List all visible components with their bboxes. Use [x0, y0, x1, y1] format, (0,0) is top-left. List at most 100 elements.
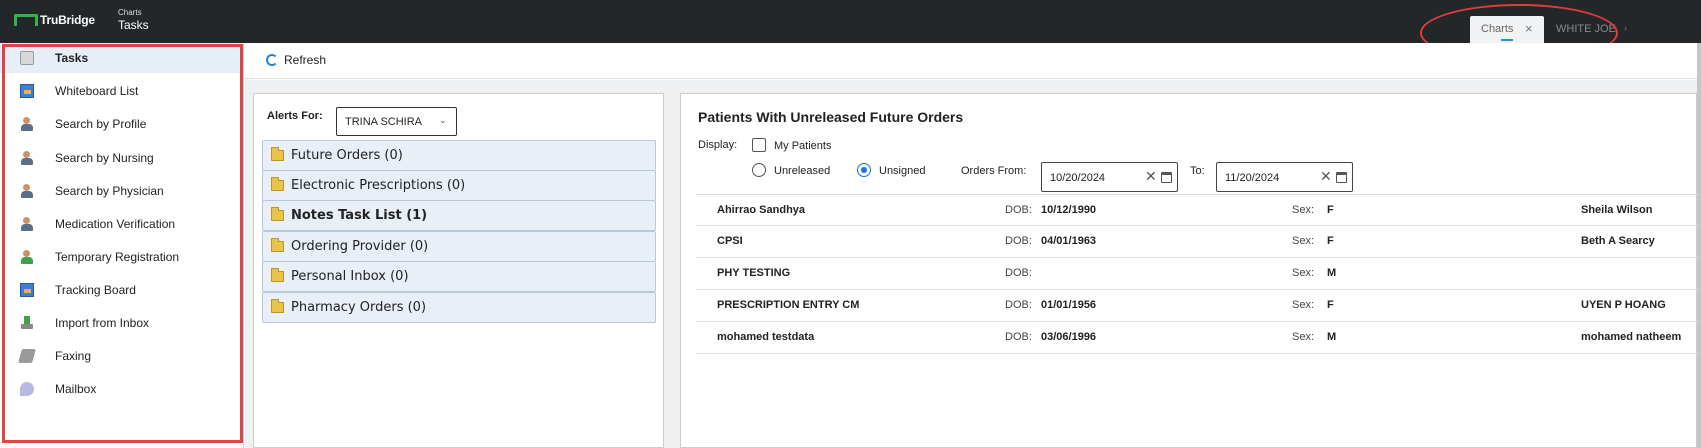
orders-from-value: 10/20/2024 — [1050, 172, 1106, 184]
unsigned-label: Unsigned — [879, 165, 926, 177]
my-patients-checkbox[interactable] — [752, 138, 766, 152]
alert-label: Electronic Prescriptions (0) — [291, 178, 466, 193]
alerts-user-select[interactable]: TRINA SCHIRA ⌄ — [336, 107, 457, 136]
sidebar-item-label: Tracking Board — [55, 283, 136, 297]
whiteboard-icon — [20, 84, 34, 98]
top-bar: TruBridge Charts Tasks Charts × WHITE JO… — [0, 0, 1701, 43]
physician-icon — [20, 184, 34, 198]
sidebar-item-label: Tasks — [55, 51, 89, 65]
sidebar-item-search-by-profile[interactable]: Search by Profile — [0, 109, 240, 139]
table-row[interactable]: mohamed testdata DOB: 03/06/1996 Sex: M … — [696, 322, 1698, 354]
dob-label: DOB: — [1005, 204, 1032, 216]
sidebar-item-temporary-registration[interactable]: Temporary Registration — [0, 242, 240, 272]
sex-label: Sex: — [1292, 235, 1315, 247]
folder-icon — [271, 238, 284, 252]
sidebar-item-faxing[interactable]: Faxing — [0, 341, 240, 371]
alert-future-orders[interactable]: Future Orders (0) — [262, 140, 656, 171]
sidebar-item-import-from-inbox[interactable]: Import from Inbox — [0, 308, 240, 338]
breadcrumb-module: Charts — [118, 8, 142, 17]
trubridge-logo-icon — [14, 14, 38, 26]
table-row[interactable]: CPSI DOB: 04/01/1963 Sex: F Beth A Searc… — [696, 226, 1698, 258]
dob-label: DOB: — [1005, 331, 1032, 343]
to-date-field[interactable]: 11/20/2024 ✕ — [1216, 162, 1353, 192]
to-value: 11/20/2024 — [1225, 172, 1280, 184]
refresh-button[interactable]: Refresh — [266, 53, 326, 67]
alert-ordering-provider[interactable]: Ordering Provider (0) — [262, 231, 656, 262]
alert-pharmacy-orders[interactable]: Pharmacy Orders (0) — [262, 292, 656, 323]
alert-notes-task-list[interactable]: Notes Task List (1) — [262, 200, 656, 231]
chevron-down-icon: ⌄ — [439, 115, 447, 125]
patient-name: PHY TESTING — [717, 267, 791, 279]
alert-label: Notes Task List (1) — [291, 208, 428, 223]
table-row[interactable]: Ahirrao Sandhya DOB: 10/12/1990 Sex: F S… — [696, 194, 1698, 226]
sidebar-item-search-by-nursing[interactable]: Search by Nursing — [0, 143, 240, 173]
clear-icon[interactable]: ✕ — [1320, 168, 1332, 185]
close-icon[interactable]: × — [1525, 21, 1533, 36]
alert-personal-inbox[interactable]: Personal Inbox (0) — [262, 261, 656, 292]
alert-label: Personal Inbox (0) — [291, 269, 409, 284]
app-logo[interactable]: TruBridge — [14, 13, 95, 27]
sidebar-item-search-by-physician[interactable]: Search by Physician — [0, 176, 240, 206]
chevron-right-icon[interactable]: › — [1624, 23, 1627, 33]
table-row[interactable]: PHY TESTING DOB: Sex: M — [696, 258, 1698, 290]
active-tab-indicator — [1501, 39, 1513, 41]
tracking-board-icon — [20, 283, 34, 297]
sidebar: Tasks Whiteboard List Search by Profile … — [0, 43, 244, 448]
patient-sex: M — [1327, 331, 1337, 343]
calendar-icon[interactable] — [1161, 172, 1172, 183]
alert-electronic-prescriptions[interactable]: Electronic Prescriptions (0) — [262, 170, 656, 201]
refresh-label: Refresh — [284, 53, 327, 67]
orders-title: Patients With Unreleased Future Orders — [698, 109, 964, 125]
alert-label: Ordering Provider (0) — [291, 239, 429, 254]
sex-label: Sex: — [1292, 331, 1315, 343]
orders-panel: Patients With Unreleased Future Orders D… — [680, 93, 1698, 448]
table-row[interactable]: PRESCRIPTION ENTRY CM DOB: 01/01/1956 Se… — [696, 290, 1698, 322]
patient-provider: Beth A Searcy — [1581, 235, 1655, 247]
page-title: Tasks — [118, 18, 149, 32]
orders-from-date-field[interactable]: 10/20/2024 ✕ — [1041, 162, 1178, 192]
sex-label: Sex: — [1292, 204, 1315, 216]
calendar-icon[interactable] — [1336, 172, 1347, 183]
folder-icon — [271, 299, 284, 313]
sidebar-item-medication-verification[interactable]: Medication Verification — [0, 209, 240, 239]
sidebar-item-tasks[interactable]: Tasks — [0, 43, 240, 73]
refresh-icon — [266, 54, 278, 66]
clear-icon[interactable]: ✕ — [1145, 168, 1157, 185]
folder-icon — [271, 207, 284, 221]
my-patients-label: My Patients — [774, 140, 832, 152]
sidebar-item-whiteboard-list[interactable]: Whiteboard List — [0, 76, 240, 106]
mailbox-icon — [20, 382, 34, 396]
alerts-for-label: Alerts For: — [267, 110, 323, 122]
patient-provider: Sheila Wilson — [1581, 204, 1653, 216]
sidebar-item-mailbox[interactable]: Mailbox — [0, 374, 240, 404]
unsigned-radio[interactable] — [857, 163, 871, 177]
registration-icon — [20, 250, 34, 264]
patient-name: Ahirrao Sandhya — [717, 204, 806, 216]
selected-user: TRINA SCHIRA — [345, 116, 423, 128]
patient-name: PRESCRIPTION ENTRY CM — [717, 299, 860, 311]
unreleased-radio[interactable] — [752, 163, 766, 177]
patient-provider: mohamed natheem — [1581, 331, 1682, 343]
tab-charts[interactable]: Charts × — [1470, 16, 1544, 43]
nurse-icon — [20, 151, 34, 165]
import-icon — [20, 316, 34, 330]
sex-label: Sex: — [1292, 267, 1315, 279]
patient-dob: 04/01/1963 — [1041, 235, 1097, 247]
sex-label: Sex: — [1292, 299, 1315, 311]
alert-label: Future Orders (0) — [291, 148, 403, 163]
tab-charts-label: Charts — [1481, 23, 1514, 35]
sidebar-item-label: Search by Nursing — [55, 151, 154, 165]
tab-patient[interactable]: WHITE JOE — [1556, 23, 1616, 35]
sidebar-item-label: Temporary Registration — [55, 250, 180, 264]
folder-icon — [271, 177, 284, 191]
alert-label: Pharmacy Orders (0) — [291, 300, 427, 315]
dob-label: DOB: — [1005, 235, 1032, 247]
dob-label: DOB: — [1005, 299, 1032, 311]
to-label: To: — [1190, 165, 1205, 177]
logo-text: TruBridge — [40, 13, 95, 27]
sidebar-item-label: Whiteboard List — [55, 84, 139, 98]
patient-dob: 01/01/1956 — [1041, 299, 1097, 311]
fax-icon — [18, 349, 36, 363]
sidebar-item-label: Search by Profile — [55, 117, 147, 131]
sidebar-item-tracking-board[interactable]: Tracking Board — [0, 275, 240, 305]
